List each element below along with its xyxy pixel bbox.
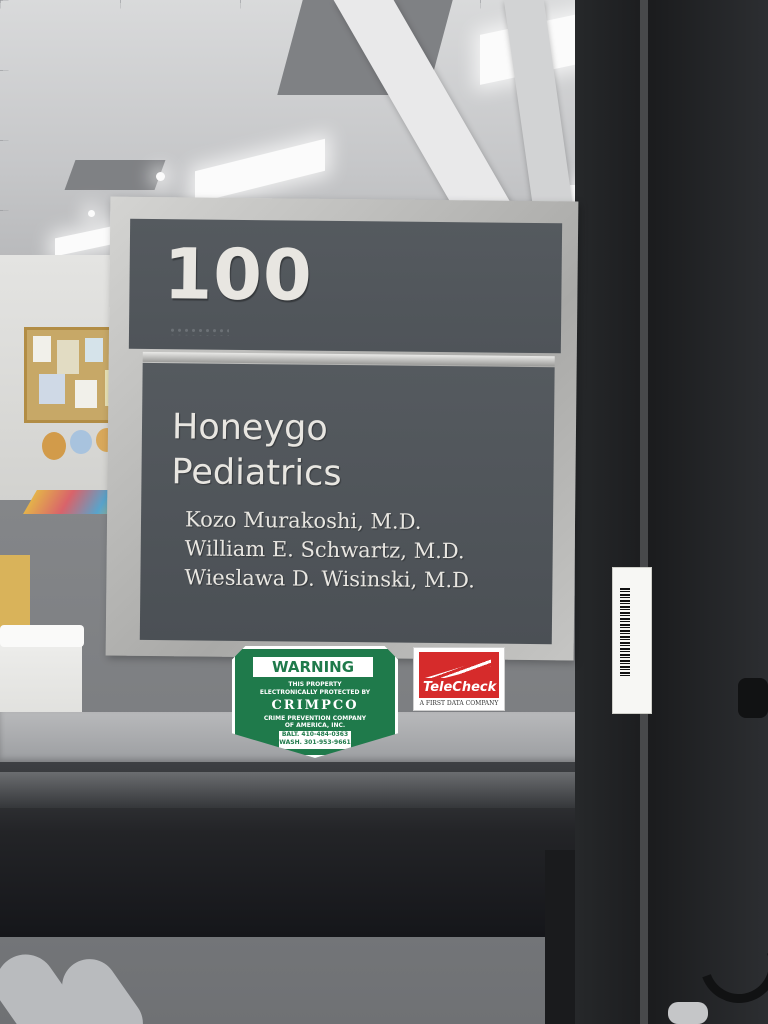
barcode-label [612, 567, 652, 714]
check-flag-icon [425, 658, 491, 678]
bulletin-paper [75, 380, 97, 408]
barcode-icon [620, 588, 630, 678]
bulletin-paper [33, 336, 51, 362]
yellow-chair [0, 555, 30, 630]
doctor-name: Wieslawa D. Wisinski, M.D. [184, 565, 475, 593]
warning-text: OF AMERICA, INC. [284, 722, 346, 729]
door-knob[interactable] [668, 1002, 708, 1024]
telecheck-tagline: A FIRST DATA COMPANY [419, 700, 499, 707]
bulletin-paper [57, 340, 79, 374]
ceiling-vent [64, 160, 166, 190]
push-bar-highlight [0, 772, 625, 808]
room-number: 100 [163, 233, 314, 317]
door-frame [575, 0, 768, 1024]
bulletin-paper [85, 338, 103, 362]
room-sign: 100 Honeygo Pediatrics Kozo Murakoshi, M… [105, 196, 579, 661]
photo-scene: 100 Honeygo Pediatrics Kozo Murakoshi, M… [0, 0, 768, 1024]
ceiling-spotlight [156, 172, 165, 181]
warning-phone: WASH. 301-953-9661 [279, 739, 351, 746]
warning-phone: BALT. 410-484-0363 [281, 731, 349, 738]
practice-name-line2: Pediatrics [171, 452, 342, 494]
telecheck-name: TeleCheck [423, 680, 497, 695]
telecheck-sticker: TeleCheck A FIRST DATA COMPANY [413, 647, 505, 711]
warning-brand: CRIMPCO [271, 698, 359, 713]
warning-text: CRIME PREVENTION COMPANY [263, 715, 367, 722]
braille-dots [168, 327, 230, 336]
practice-name-line1: Honeygo [171, 407, 329, 449]
warning-title: WARNING [253, 657, 373, 677]
ceiling-spotlight [88, 210, 95, 217]
warning-phone-box: BALT. 410-484-0363 WASH. 301-953-9661 [279, 731, 351, 749]
doctor-name: William E. Schwartz, M.D. [184, 536, 465, 564]
warning-text: THIS PROPERTY [288, 681, 342, 688]
warning-text: ELECTRONICALLY PROTECTED BY [259, 689, 371, 696]
wall-decoration [70, 430, 92, 454]
wall-decoration [42, 432, 66, 460]
telecheck-logo: TeleCheck [419, 652, 499, 698]
door-handle-bracket [738, 678, 768, 718]
doctor-name: Kozo Murakoshi, M.D. [184, 507, 422, 534]
bulletin-paper [39, 374, 65, 404]
trash-bin-rim [0, 625, 84, 647]
practice-name: Honeygo Pediatrics [171, 405, 342, 497]
door-edge [640, 0, 648, 1024]
